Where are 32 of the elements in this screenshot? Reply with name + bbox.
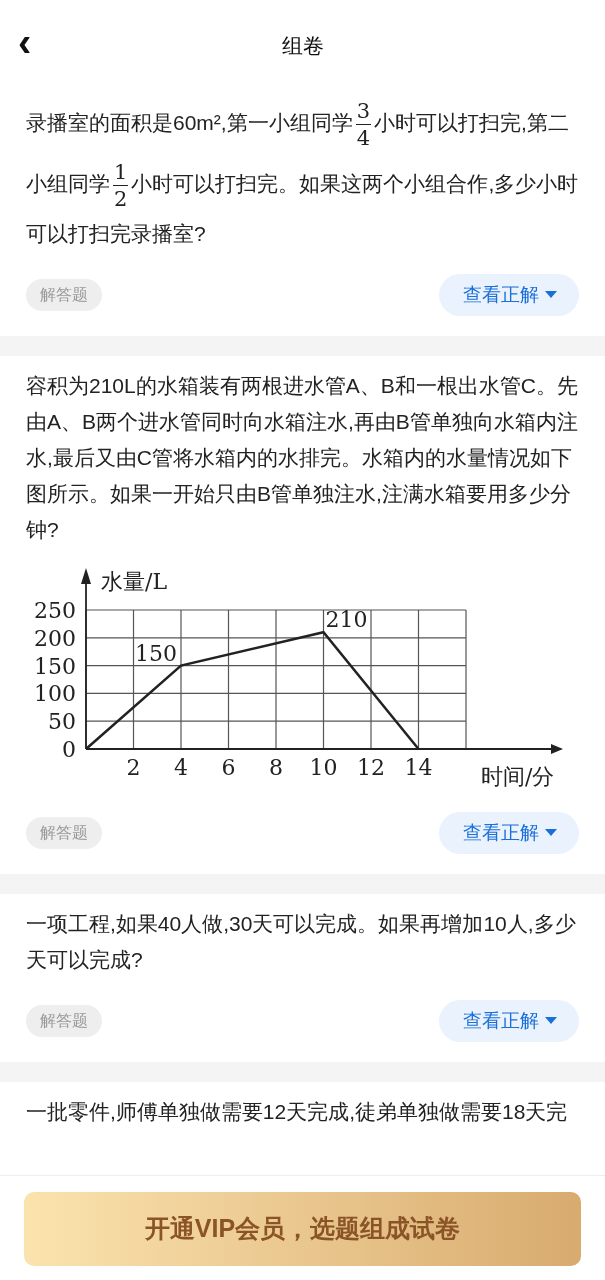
y-tick-label: 100 [34, 681, 76, 707]
question-type-tag: 解答题 [26, 279, 102, 311]
y-tick-label: 150 [34, 653, 76, 679]
x-tick-label: 2 [126, 755, 141, 780]
caret-down-icon [545, 829, 557, 837]
view-answer-button[interactable]: 查看正解 [439, 1000, 579, 1042]
question-text: 一批零件,师傅单独做需要12天完成,徒弟单独做需要18天完 [26, 1099, 569, 1125]
question-text: 一项工程,如果40人做,30天可以完成。如果再增加10人,多少天可以完成? [26, 911, 577, 973]
data-label: 210 [325, 607, 368, 633]
caret-down-icon [545, 291, 557, 299]
view-answer-button[interactable]: 查看正解 [439, 274, 579, 316]
y-axis-label: 水量/L [101, 569, 168, 594]
question-type-tag: 解答题 [26, 1005, 102, 1037]
page-title: 组卷 [281, 33, 324, 60]
y-tick-label: 200 [34, 625, 76, 651]
x-tick-label: 10 [309, 755, 338, 780]
x-tick-label: 8 [269, 755, 283, 780]
x-tick-label: 12 [357, 755, 385, 780]
x-tick-label: 14 [404, 755, 433, 780]
x-axis-label: 时间/分 [481, 764, 555, 789]
x-tick-label: 4 [174, 755, 188, 780]
y-tick-label: 50 [48, 709, 76, 735]
view-answer-button[interactable]: 查看正解 [439, 812, 579, 854]
back-button[interactable]: ‹ [18, 22, 32, 62]
data-label: 150 [135, 640, 177, 666]
caret-down-icon [545, 1017, 557, 1025]
y-tick-label: 250 [34, 598, 76, 623]
question-type-tag: 解答题 [26, 817, 102, 849]
vip-button[interactable]: 开通VIP会员，选题组成试卷 [24, 1192, 581, 1266]
y-tick-label: 0 [62, 737, 76, 762]
question-text: 容积为210L的水箱装有两根进水管A、B和一根出水管C。先由A、B两个进水管同时向水箱注水,再由B管单独向水箱内注水,最后又由C管将水箱内的水排完。水箱内的水量情况如下图所示。如果一开始只由B管单独注水,注满水箱要用多少分钟? [26, 373, 579, 543]
x-tick-label: 6 [221, 755, 236, 780]
